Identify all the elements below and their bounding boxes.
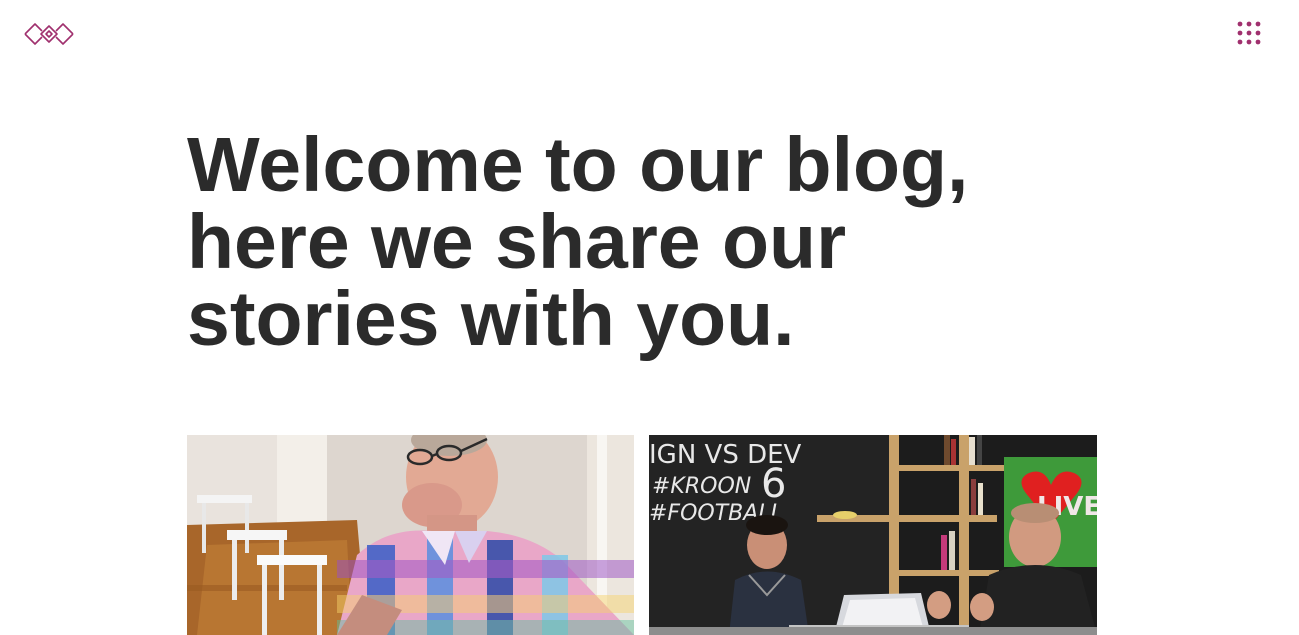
headline-line: here we share our	[187, 199, 847, 285]
blog-post-card[interactable]	[187, 435, 634, 635]
menu-grid-icon[interactable]	[1236, 20, 1262, 46]
blog-page: Welcome to our blog, here we share our s…	[0, 0, 1285, 635]
post-image-chalkboard-team: IGN VS DEV 6 #KROON #FOOTBALL LIVE	[649, 435, 1097, 635]
page-headline: Welcome to our blog, here we share our s…	[187, 127, 1087, 358]
headline-line: stories with you.	[187, 276, 795, 362]
post-image-man-plaid	[187, 435, 634, 635]
blog-post-card[interactable]: IGN VS DEV 6 #KROON #FOOTBALL LIVE	[649, 435, 1097, 635]
chalkboard-text: #KROON	[652, 474, 751, 499]
logo-icon[interactable]	[22, 20, 76, 48]
headline-line: Welcome to our blog,	[187, 122, 969, 208]
